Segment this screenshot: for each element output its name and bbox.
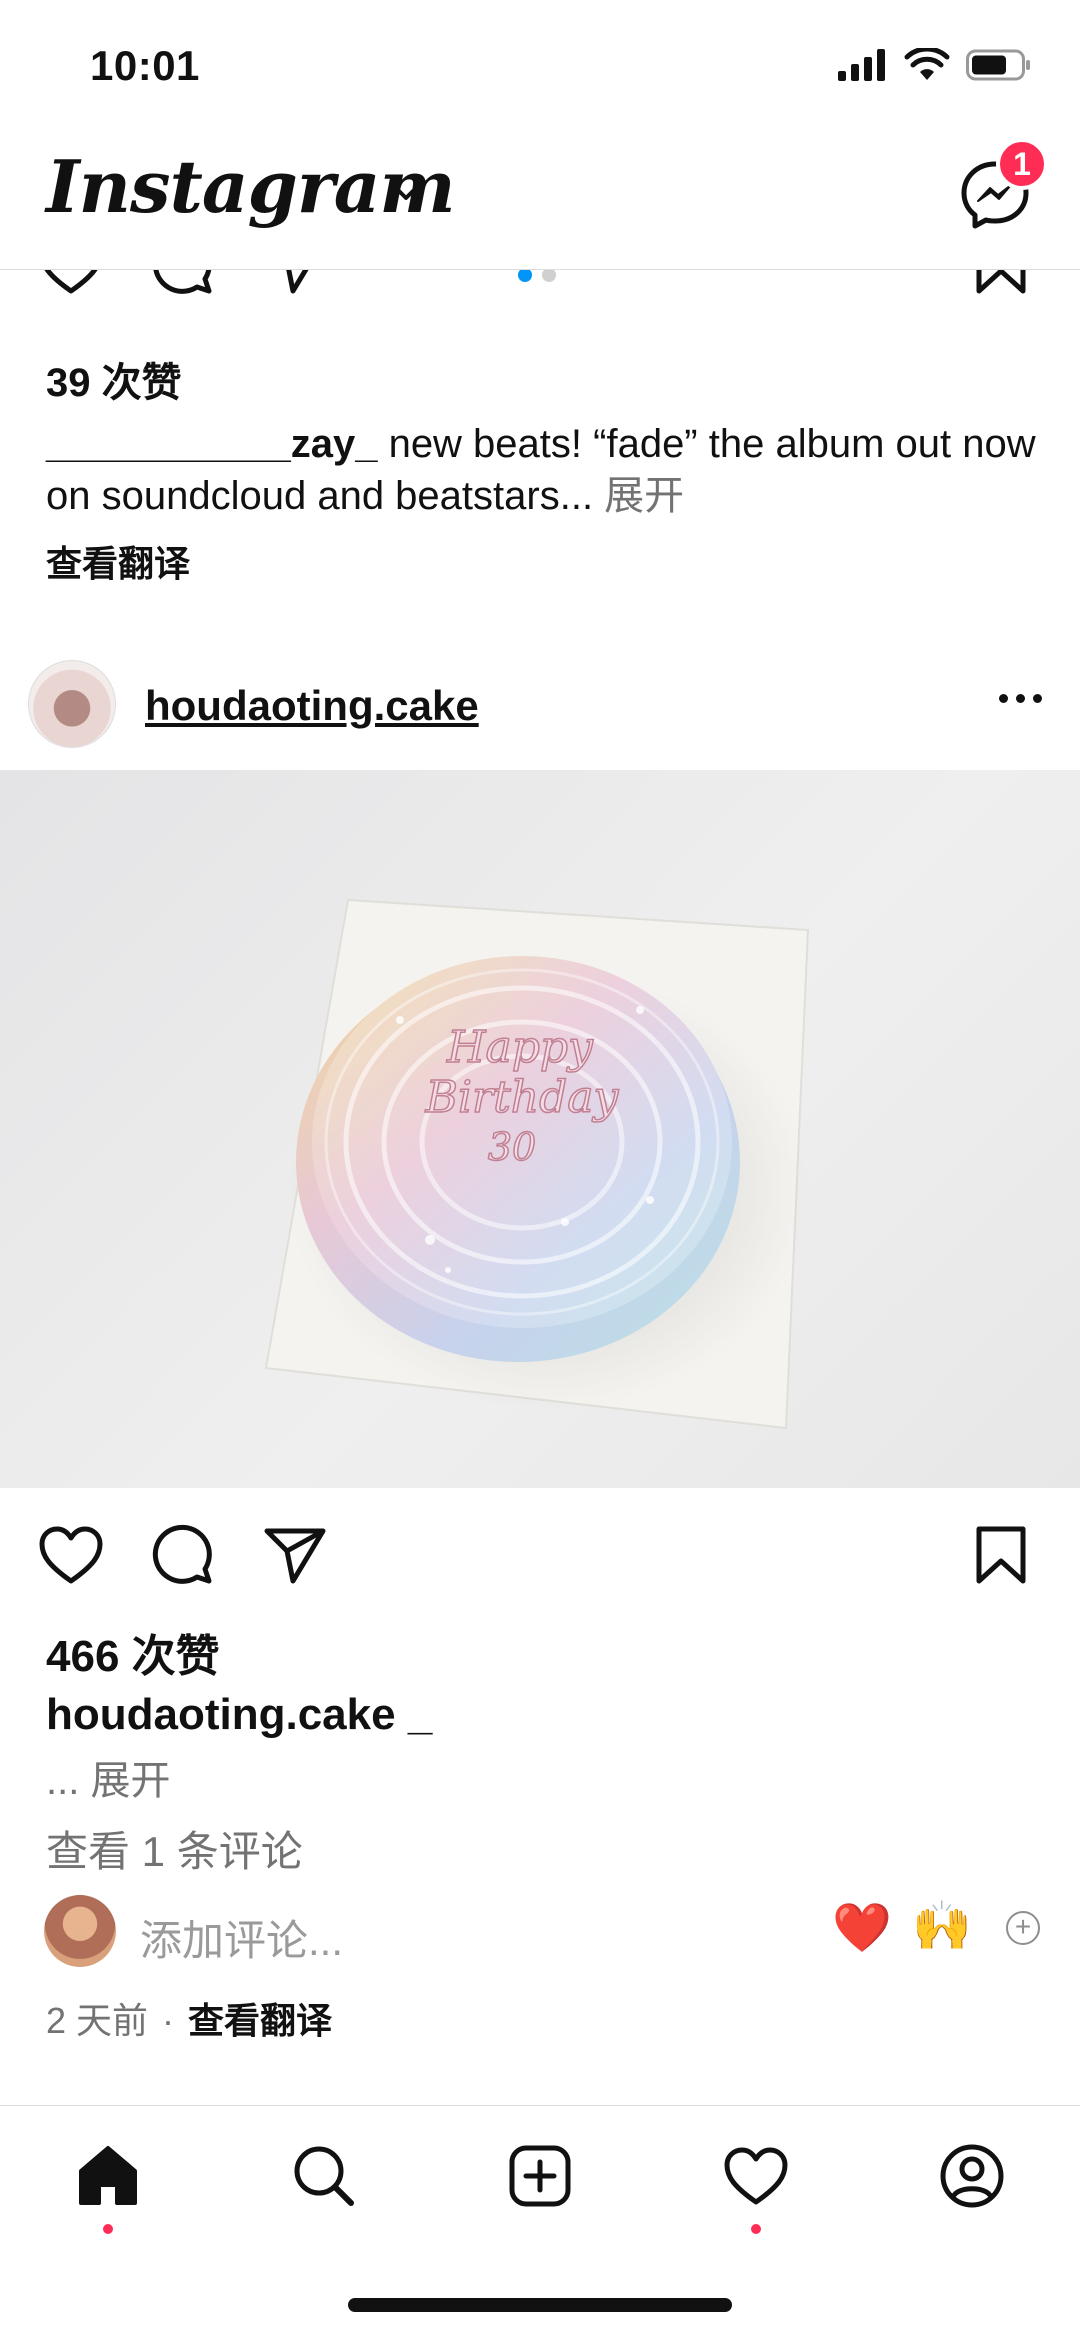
home-indicator[interactable] [348,2298,732,2312]
home-icon [79,2146,137,2205]
save-button[interactable] [966,270,1036,300]
add-emoji-icon[interactable]: + [1006,1911,1040,1945]
nav-home-dot [103,2224,113,2234]
save-button[interactable] [966,1520,1036,1590]
share-button[interactable] [260,1520,330,1590]
status-bar: 10:01 [0,0,1080,130]
cake-photo: Happy Birthday 30 [264,898,810,1430]
search-icon [294,2146,354,2206]
status-icons [838,48,1032,82]
post-username[interactable]: houdaoting.cake [145,682,479,730]
feed[interactable]: 39 次赞 ___________zay_ new beats! “fade” … [0,270,1080,2105]
top-bar: Instagram 1 [0,130,1080,270]
wifi-icon [904,48,950,80]
battery-icon [966,49,1030,81]
like-button[interactable] [36,1520,106,1590]
carousel-dot [542,270,556,282]
profile-icon [940,2144,1004,2208]
post-more[interactable]: ... 展开 [46,1748,170,1806]
status-time: 10:01 [90,42,200,89]
post-translate[interactable]: 查看翻译 [188,2000,332,2041]
avatar[interactable] [44,1895,116,1967]
add-comment-row: 添加评论... ❤️ 🙌 + [0,1895,1080,1975]
avatar[interactable] [28,660,116,748]
carousel-dot [518,270,532,282]
prev-post-translate[interactable]: 查看翻译 [46,535,190,587]
comment-button[interactable] [148,1520,218,1590]
nav-profile[interactable] [932,2136,1012,2216]
messenger-badge: 1 [996,138,1048,190]
activity-icon [724,2147,788,2205]
comment-button[interactable] [148,270,218,300]
prev-post-actions [0,270,1080,320]
nav-activity-dot [751,2224,761,2234]
send-icon [264,1528,326,1584]
quick-emoji-heart[interactable]: ❤️ [832,1899,892,1956]
more-options-icon[interactable] [999,694,1042,703]
post-meta: 2 天前 · 查看翻译 [46,1992,332,2044]
comment-icon [153,270,212,294]
share-button[interactable] [260,270,330,300]
send-icon [286,270,309,294]
prev-post-more[interactable]: 展开 [593,474,684,518]
view-comments-link[interactable]: 查看 1 条评论 [46,1818,303,1879]
nav-create[interactable] [500,2136,580,2216]
like-button[interactable] [36,270,106,300]
post-actions [0,1520,1080,1610]
bookmark-icon [976,270,1026,294]
cake-text-age: 30 [488,1125,536,1169]
nav-home[interactable] [68,2136,148,2216]
cake-text-birthday: Birthday [425,1072,620,1123]
post-image[interactable]: Happy Birthday 30 [0,770,1080,1488]
carousel-dots [518,270,556,282]
post-header: houdaoting.cake [0,650,1080,760]
prev-post-likes[interactable]: 39 次赞 [46,350,182,408]
comment-icon [152,1524,212,1584]
chevron-down-icon[interactable] [388,180,424,204]
nav-activity[interactable] [716,2136,796,2216]
quick-emoji-hands[interactable]: 🙌 [912,1897,972,1954]
cake-text-happy: Happy [446,1022,594,1073]
bookmark-icon [976,1526,1026,1584]
signal-icon [838,49,885,81]
post-time: 2 天前 [46,2000,149,2041]
separator: · [162,2000,175,2041]
prev-post-caption: ___________zay_ new beats! “fade” the al… [46,418,1046,522]
heart-icon [39,1526,103,1584]
post-likes[interactable]: 466 次赞 [46,1620,220,1684]
create-icon [509,2145,571,2207]
post-caption[interactable]: houdaoting.cake _ [46,1690,432,1740]
heart-icon [44,270,98,294]
nav-search[interactable] [284,2136,364,2216]
comment-input[interactable]: 添加评论... [140,1907,343,1968]
prev-post-username[interactable]: ___________zay_ [46,422,377,466]
